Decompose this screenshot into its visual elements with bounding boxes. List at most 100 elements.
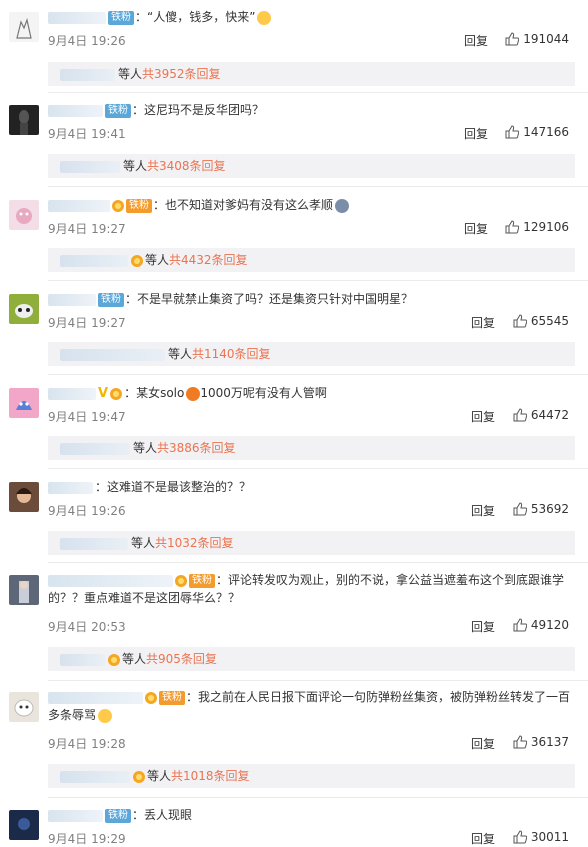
like-count: 36137 — [530, 735, 569, 749]
fan-badge: 铁粉 — [105, 808, 131, 823]
fan-badge: 铁粉 — [108, 10, 134, 25]
reply-others: 等人 — [131, 536, 156, 550]
comment-text: ：丢人现眼 — [132, 808, 193, 822]
replies-summary: 等人共1032条回复 — [48, 531, 575, 555]
view-replies-link[interactable]: 共1032条回复 — [155, 536, 234, 550]
avatar[interactable] — [9, 200, 39, 230]
view-replies-link[interactable]: 共1018条回复 — [171, 769, 250, 783]
timestamp: 9月4日 19:27 — [48, 316, 126, 330]
reply-button[interactable]: 回复 — [464, 32, 488, 49]
emoji-icon — [257, 10, 272, 25]
username[interactable] — [48, 293, 96, 306]
timestamp: 9月4日 19:27 — [48, 222, 126, 236]
replies-summary: 等人共1140条回复 — [48, 342, 575, 366]
comment-meta: 9月4日 19:26 回复 53692 — [48, 502, 569, 518]
divider — [48, 562, 588, 563]
emoji-icon — [186, 386, 201, 401]
comment-meta: 9月4日 19:47 回复 64472 — [48, 408, 569, 424]
avatar[interactable] — [9, 575, 39, 605]
avatar[interactable] — [9, 105, 39, 135]
reply-users — [60, 160, 120, 173]
like-button[interactable]: 53692 — [513, 502, 569, 516]
avatar[interactable] — [9, 482, 39, 512]
avatar[interactable] — [9, 692, 39, 722]
like-button[interactable]: 64472 — [513, 408, 569, 422]
reply-users — [60, 442, 130, 455]
divider — [48, 468, 588, 469]
reply-others: 等人 — [123, 159, 148, 173]
fan-badge: 铁粉 — [98, 292, 124, 307]
reply-button[interactable]: 回复 — [471, 408, 495, 425]
vip-icon — [131, 254, 143, 267]
username[interactable] — [48, 199, 110, 212]
reply-button[interactable]: 回复 — [471, 502, 495, 519]
thumbs-up-icon — [505, 220, 520, 234]
reply-others: 等人 — [145, 253, 170, 267]
view-replies-link[interactable]: 共3952条回复 — [142, 67, 221, 81]
username[interactable] — [48, 574, 173, 587]
view-replies-link[interactable]: 共3408条回复 — [147, 159, 226, 173]
vip-icon — [108, 653, 120, 666]
reply-button[interactable]: 回复 — [471, 618, 495, 635]
like-count: 49120 — [530, 618, 569, 632]
divider — [48, 92, 588, 93]
like-count: 129106 — [523, 220, 569, 234]
view-replies-link[interactable]: 共1140条回复 — [192, 347, 271, 361]
username[interactable] — [48, 11, 106, 24]
username[interactable] — [48, 481, 93, 494]
like-button[interactable]: 30011 — [513, 830, 569, 844]
comment-text: ：这尼玛不是反华团吗？ — [132, 103, 265, 117]
view-replies-link[interactable]: 共4432条回复 — [169, 253, 248, 267]
like-button[interactable]: 65545 — [513, 314, 569, 328]
like-button[interactable]: 36137 — [513, 735, 569, 749]
avatar[interactable] — [9, 810, 39, 840]
divider — [48, 186, 588, 187]
reply-button[interactable]: 回复 — [471, 735, 495, 752]
replies-summary: 等人共905条回复 — [48, 647, 575, 671]
avatar[interactable] — [9, 12, 39, 42]
replies-summary: 等人共1018条回复 — [48, 764, 575, 788]
like-button[interactable]: 49120 — [513, 618, 569, 632]
reply-others: 等人 — [118, 67, 143, 81]
view-replies-link[interactable]: 共905条回复 — [146, 652, 217, 666]
like-button[interactable]: 129106 — [505, 220, 569, 234]
comment-text: ：这难道不是最该整治的？？ — [95, 480, 252, 494]
comment-meta: 9月4日 20:53 回复 49120 — [48, 618, 569, 634]
replies-summary: 等人共3408条回复 — [48, 154, 575, 178]
like-count: 64472 — [530, 408, 569, 422]
like-count: 30011 — [530, 830, 569, 844]
reply-users — [60, 348, 165, 361]
view-replies-link[interactable]: 共3886条回复 — [157, 441, 236, 455]
username[interactable] — [48, 387, 96, 400]
avatar[interactable] — [9, 294, 39, 324]
verified-icon: V — [98, 385, 109, 401]
username[interactable] — [48, 809, 103, 822]
timestamp: 9月4日 19:41 — [48, 127, 126, 141]
reply-users — [60, 770, 130, 783]
like-button[interactable]: 147166 — [505, 125, 569, 139]
replies-summary: 等人共3886条回复 — [48, 436, 575, 460]
fan-badge: 铁粉 — [105, 103, 131, 118]
avatar[interactable] — [9, 388, 39, 418]
timestamp: 9月4日 19:28 — [48, 737, 126, 751]
fan-badge: 铁粉 — [189, 573, 215, 588]
username[interactable] — [48, 104, 103, 117]
thumbs-up-icon — [505, 125, 520, 139]
like-button[interactable]: 191044 — [505, 32, 569, 46]
timestamp: 9月4日 19:29 — [48, 832, 126, 846]
like-count: 53692 — [530, 502, 569, 516]
thumbs-up-icon — [513, 314, 528, 328]
vip-icon — [145, 691, 157, 704]
reply-button[interactable]: 回复 — [464, 220, 488, 237]
reply-button[interactable]: 回复 — [471, 830, 495, 847]
reply-button[interactable]: 回复 — [471, 314, 495, 331]
username[interactable] — [48, 691, 143, 704]
reply-button[interactable]: 回复 — [464, 125, 488, 142]
comment-meta: 9月4日 19:27 回复 129106 — [48, 220, 569, 236]
timestamp: 9月4日 19:47 — [48, 410, 126, 424]
comment-text: ：某女solo — [124, 386, 185, 400]
emoji-icon — [335, 198, 350, 213]
comment-meta: 9月4日 19:28 回复 36137 — [48, 735, 569, 751]
reply-others: 等人 — [168, 347, 193, 361]
thumbs-up-icon — [513, 830, 528, 844]
